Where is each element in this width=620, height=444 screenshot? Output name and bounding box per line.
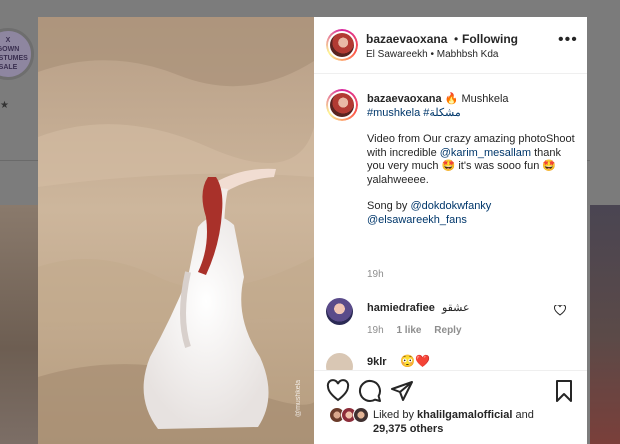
liker-avatar[interactable]	[353, 407, 369, 423]
post-video[interactable]: @mushkela	[38, 17, 314, 444]
reply-button[interactable]: Reply	[434, 325, 461, 336]
background-post-thumbnail-left[interactable]	[0, 205, 38, 444]
comment-text: عشقو	[441, 302, 470, 314]
likes-count[interactable]: 29,375 others	[373, 423, 443, 435]
fire-emoji: 🔥	[444, 93, 459, 105]
likes-user[interactable]: khalilgamalofficial	[417, 409, 512, 421]
background-star-icon: ★	[0, 100, 9, 111]
following-button[interactable]: Following	[462, 32, 518, 46]
likes-prefix: Liked by	[373, 409, 414, 421]
separator-dot: •	[454, 32, 459, 46]
caption-line-2b: it's was sooo fun	[458, 160, 540, 172]
comment: hamiedrafiee عشقو	[367, 301, 470, 314]
mention-karim[interactable]: @karim_mesallam	[440, 147, 531, 159]
post-action-bar: Liked by khalilgamalofficial and 29,375 …	[314, 370, 587, 444]
comment-time: 19h	[367, 325, 384, 336]
post-location[interactable]: El Sawareekh • Mabhbsh Kda	[366, 49, 498, 60]
post-side-panel: bazaevaoxana • Following El Sawareekh • …	[314, 17, 587, 444]
caption-time: 19h	[367, 269, 384, 280]
comment-meta: 19h 1 like Reply	[367, 325, 472, 336]
background-right-area	[590, 0, 620, 205]
post-caption: bazaevaoxana 🔥 Mushkela #mushkela #مشكلة…	[367, 93, 577, 227]
mention-dokdokwfanky[interactable]: @dokdokwfanky	[410, 200, 491, 212]
caption-line-3: yalahweeee.	[367, 173, 429, 186]
comment-avatar[interactable]	[326, 298, 353, 325]
author-avatar[interactable]	[326, 29, 358, 61]
comment-icon[interactable]	[358, 379, 382, 403]
caption-username[interactable]: bazaevaoxana	[367, 93, 442, 105]
hashtag-mushkela[interactable]: #mushkela	[367, 107, 420, 119]
background-post-thumbnail-right[interactable]	[590, 205, 620, 444]
like-heart-icon[interactable]	[326, 379, 350, 403]
share-icon[interactable]	[390, 379, 414, 403]
likes-summary: Liked by khalilgamalofficial and 29,375 …	[373, 408, 534, 436]
save-bookmark-icon[interactable]	[552, 379, 576, 403]
comment-like-heart-icon[interactable]	[554, 305, 566, 316]
caption-author-avatar[interactable]	[326, 89, 358, 121]
comment-username[interactable]: hamiedrafiee	[367, 302, 435, 314]
comment-username-2[interactable]: 9klr	[367, 356, 387, 368]
song-prefix: Song by	[367, 200, 408, 212]
star-eyes-emoji-2: 🤩	[542, 160, 557, 172]
video-frame-illustration: @mushkela	[38, 17, 314, 444]
likes-and: and	[515, 409, 534, 421]
author-username[interactable]: bazaevaoxana	[366, 32, 447, 46]
more-options-icon[interactable]: •••	[558, 31, 578, 49]
comment-likes[interactable]: 1 like	[396, 325, 421, 336]
star-eyes-emoji: 🤩	[441, 160, 456, 172]
hashtag-arabic[interactable]: #مشكلة	[423, 107, 460, 119]
caption-title: Mushkela	[461, 93, 509, 105]
mention-elsawareekh[interactable]: @elsawareekh_fans	[367, 214, 467, 226]
post-header: bazaevaoxana • Following El Sawareekh • …	[314, 17, 587, 74]
comment-emojis-2: 😳❤️	[400, 354, 430, 368]
media-watermark: @mushkela	[295, 380, 302, 417]
